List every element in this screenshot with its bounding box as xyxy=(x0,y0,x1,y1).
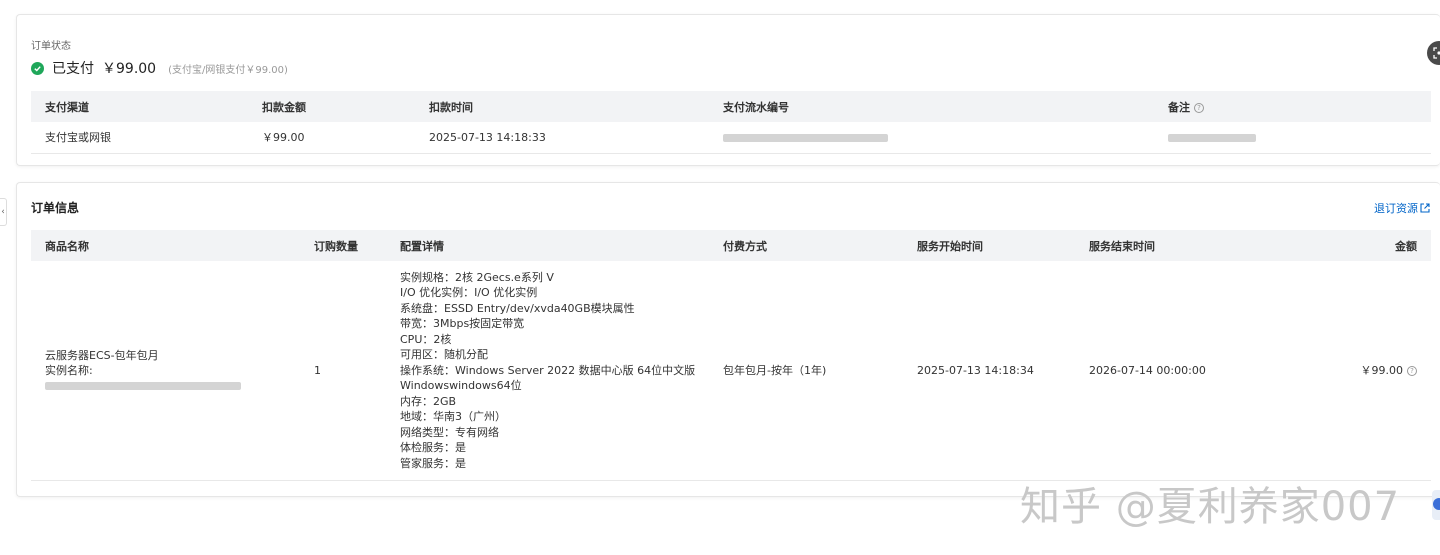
instance-name-label: 实例名称: xyxy=(45,363,93,377)
redacted-serial xyxy=(723,133,888,142)
column-header-product: 商品名称 xyxy=(31,230,300,261)
config-line: 体检服务：是 xyxy=(400,441,466,454)
collapse-sidebar-tab[interactable]: ‹ xyxy=(0,198,7,226)
column-header-serial: 支付流水编号 xyxy=(709,91,1154,122)
order-amount-cell: ￥99.00? xyxy=(1275,261,1431,481)
table-header-row: 商品名称 订购数量 配置详情 付费方式 服务开始时间 服务结束时间 金额 xyxy=(31,230,1431,261)
payment-table: 支付渠道 扣款金额 扣款时间 支付流水编号 备注? 支付宝或网银 ￥99.00 … xyxy=(31,91,1431,154)
order-quantity: 1 xyxy=(300,261,386,481)
config-line: 地域：华南3（广州） xyxy=(400,410,506,423)
column-header-config: 配置详情 xyxy=(386,230,709,261)
column-header-remark-label: 备注 xyxy=(1168,100,1190,114)
watermark: 知乎 @夏利养家007 xyxy=(1020,484,1401,530)
fullscreen-icon[interactable] xyxy=(1427,41,1440,65)
payment-time: 2025-07-13 14:18:33 xyxy=(415,122,709,154)
table-row: 支付宝或网银 ￥99.00 2025-07-13 14:18:33 xyxy=(31,122,1431,154)
column-header-end: 服务结束时间 xyxy=(1075,230,1275,261)
payment-serial-redacted xyxy=(709,122,1154,154)
payment-amount: ￥99.00 xyxy=(248,122,415,154)
order-info-title: 订单信息 xyxy=(31,201,80,215)
column-header-amount: 扣款金额 xyxy=(248,91,415,122)
config-line: 网络类型：专有网络 xyxy=(400,425,499,439)
service-start-time: 2025-07-13 14:18:34 xyxy=(903,261,1075,481)
config-line: 实例规格：2核 2Gecs.e系列 V xyxy=(400,270,554,284)
payment-status-card: 订单状态 已支付 ￥99.00 (支付宝/网银支付￥99.00) 支付渠道 扣款… xyxy=(16,14,1440,166)
status-text: 已支付 xyxy=(52,61,94,77)
config-details: 实例规格：2核 2Gecs.e系列 V I/O 优化实例：I/O 优化实例 系统… xyxy=(386,261,709,481)
column-header-quantity: 订购数量 xyxy=(300,230,386,261)
config-line: 操作系统：Windows Server 2022 数据中心版 64位中文版 xyxy=(400,363,696,377)
config-line: 管家服务：是 xyxy=(400,456,466,470)
external-link-icon xyxy=(1420,203,1430,213)
config-line: 内存：2GB xyxy=(400,394,457,408)
billing-method: 包年包月-按年（1年) xyxy=(709,261,903,481)
table-header-row: 支付渠道 扣款金额 扣款时间 支付流水编号 备注? xyxy=(31,91,1431,122)
help-icon[interactable]: ? xyxy=(1407,366,1417,377)
refund-link-label[interactable]: 退订资源 xyxy=(1374,200,1418,216)
config-line: 带宽：3Mbps按固定带宽 xyxy=(400,317,525,330)
status-amount: ￥99.00 xyxy=(102,61,157,77)
product-name: 云服务器ECS-包年包月 xyxy=(45,348,159,362)
column-header-amount: 金额 xyxy=(1275,230,1431,261)
column-header-remark: 备注? xyxy=(1154,91,1431,122)
config-line: I/O 优化实例：I/O 优化实例 xyxy=(400,286,538,299)
service-end-time: 2026-07-14 00:00:00 xyxy=(1075,261,1275,481)
order-info-card: 订单信息 退订资源 商品名称 订购数量 配置详情 付费方式 服务开始时间 服务结… xyxy=(16,182,1440,497)
product-cell: 云服务器ECS-包年包月 实例名称: xyxy=(31,261,300,481)
check-circle-icon xyxy=(31,61,44,75)
redacted-instance-name xyxy=(45,381,241,390)
payment-remark-redacted xyxy=(1154,122,1431,154)
order-table: 商品名称 订购数量 配置详情 付费方式 服务开始时间 服务结束时间 金额 云服务… xyxy=(31,230,1431,481)
config-line: Windowswindows64位 xyxy=(400,379,522,392)
help-icon[interactable]: ? xyxy=(1194,102,1204,113)
table-row: 云服务器ECS-包年包月 实例名称: 1 实例规格：2核 2Gecs.e系列 V… xyxy=(31,261,1431,481)
config-line: CPU：2核 xyxy=(400,332,452,346)
status-label: 订单状态 xyxy=(31,41,71,52)
column-header-start: 服务开始时间 xyxy=(903,230,1075,261)
floating-assistant-widget[interactable] xyxy=(1432,490,1440,520)
redacted-remark xyxy=(1168,133,1256,142)
column-header-billing: 付费方式 xyxy=(709,230,903,261)
payment-channel: 支付宝或网银 xyxy=(31,122,248,154)
column-header-channel: 支付渠道 xyxy=(31,91,248,122)
config-line: 系统盘：ESSD Entry/dev/xvda40GB模块属性 xyxy=(400,301,635,315)
refund-link[interactable]: 退订资源 xyxy=(1374,200,1430,216)
status-payment-detail: (支付宝/网银支付￥99.00) xyxy=(168,64,288,76)
status-line: 已支付 ￥99.00 (支付宝/网银支付￥99.00) xyxy=(31,58,288,78)
column-header-time: 扣款时间 xyxy=(415,91,709,122)
order-amount: ￥99.00 xyxy=(1360,364,1404,378)
config-line: 可用区：随机分配 xyxy=(400,348,488,361)
